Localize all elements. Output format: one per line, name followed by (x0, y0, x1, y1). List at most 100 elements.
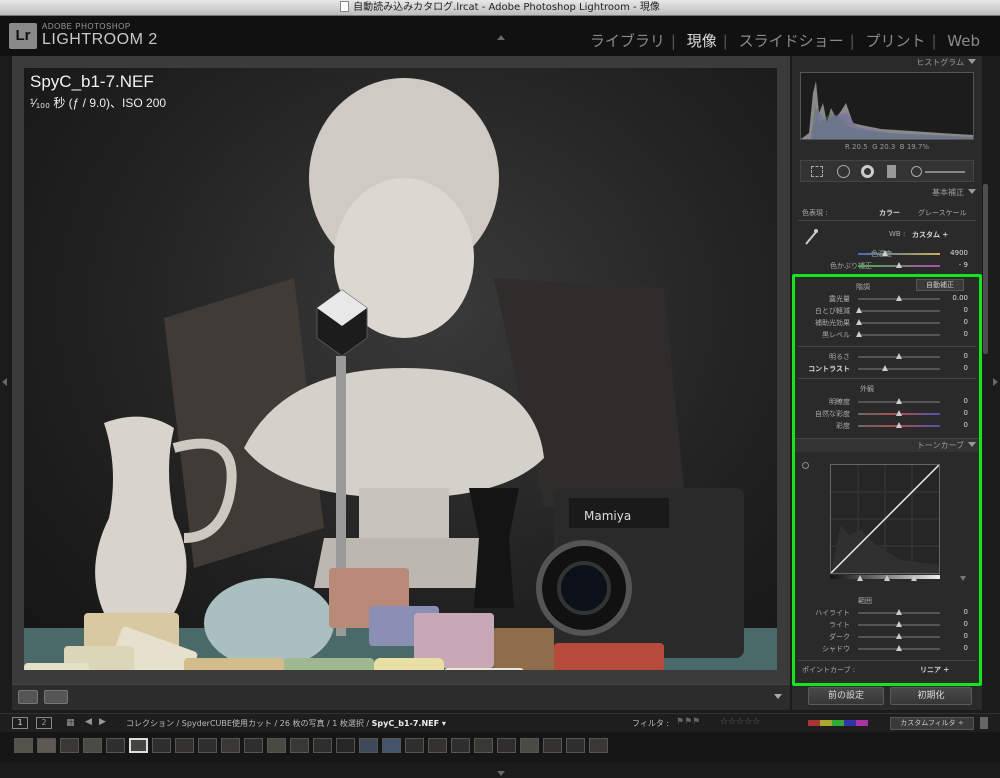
top-panel-toggle-icon[interactable] (497, 35, 505, 40)
before-after-button[interactable] (44, 690, 68, 704)
thumbnail[interactable] (198, 738, 217, 753)
flag-filter-icon[interactable]: ⚑⚑⚑ (676, 717, 700, 727)
thumbnail[interactable] (474, 738, 493, 753)
slider-knob[interactable] (856, 319, 862, 325)
temp-value[interactable]: 4900 (944, 249, 968, 257)
thumbnail[interactable] (175, 738, 194, 753)
recovery-slider[interactable] (856, 307, 940, 313)
thumbnail[interactable] (336, 738, 355, 753)
thumbnail[interactable] (83, 738, 102, 753)
highlights-value[interactable]: 0 (944, 608, 968, 616)
vibrance-slider[interactable] (858, 410, 940, 416)
clarity-slider[interactable] (858, 398, 940, 404)
lock-icon[interactable] (980, 717, 988, 729)
thumbnail[interactable] (382, 738, 401, 753)
slider-knob[interactable] (896, 262, 902, 268)
histogram-header[interactable]: ヒストグラム (792, 56, 982, 70)
slider-knob[interactable] (896, 609, 902, 615)
thumbnail[interactable] (14, 738, 33, 753)
bottom-panel-toggle-icon[interactable] (497, 771, 505, 776)
reset-button[interactable]: 初期化 (890, 687, 972, 705)
temp-slider[interactable] (858, 250, 940, 256)
clarity-value[interactable]: 0 (944, 397, 968, 405)
module-print[interactable]: プリント (865, 32, 925, 50)
brightness-value[interactable]: 0 (944, 352, 968, 360)
thumbnail[interactable] (520, 738, 539, 753)
thumbnail[interactable] (589, 738, 608, 753)
left-panel-toggle-icon[interactable] (2, 378, 7, 386)
photo-preview[interactable]: Mamiya SpyC_b1-7.NEF ¹⁄₁₀₀ 秒 (ƒ / 9.0)、I… (24, 68, 777, 670)
exposure-value[interactable]: 0.00 (944, 294, 968, 302)
loupe-view-button[interactable] (18, 690, 38, 704)
slider-knob[interactable] (856, 307, 862, 313)
auto-tone-button[interactable]: 自動補正 (916, 279, 964, 291)
thumbnail[interactable] (244, 738, 263, 753)
eyedropper-icon[interactable] (804, 228, 818, 246)
thumbnail[interactable] (543, 738, 562, 753)
highlights-slider[interactable] (858, 609, 940, 615)
fill-light-slider[interactable] (856, 319, 940, 325)
red-eye-icon[interactable] (861, 165, 874, 178)
module-slideshow[interactable]: スライドショー (739, 32, 844, 50)
slider-knob[interactable] (896, 422, 902, 428)
slider-knob[interactable] (856, 331, 862, 337)
split-handle-1[interactable] (857, 575, 863, 581)
thumbnail[interactable] (106, 738, 125, 753)
blacks-slider[interactable] (856, 331, 940, 337)
darks-slider[interactable] (858, 633, 940, 639)
split-handle-2[interactable] (884, 575, 890, 581)
exposure-slider[interactable] (858, 295, 940, 301)
thumbnail[interactable] (566, 738, 585, 753)
vibrance-value[interactable]: 0 (944, 409, 968, 417)
module-develop[interactable]: 現像 (687, 32, 717, 50)
saturation-slider[interactable] (858, 422, 940, 428)
slider-knob[interactable] (896, 621, 902, 627)
brightness-slider[interactable] (858, 353, 940, 359)
slider-knob[interactable] (882, 250, 888, 256)
crop-tool-icon[interactable] (811, 166, 823, 177)
tint-slider[interactable] (858, 262, 940, 268)
star-filter-icon[interactable]: ☆☆☆☆☆ (720, 717, 760, 727)
filmstrip-source-path[interactable]: コレクション / SpyderCUBE使用カット / 26 枚の写真 / 1 枚… (126, 718, 446, 729)
thumbnail[interactable] (497, 738, 516, 753)
thumbnail[interactable] (359, 738, 378, 753)
grid-view-icon[interactable]: ▦ (66, 718, 75, 728)
adjustment-brush-icon[interactable] (911, 166, 922, 177)
thumbnail[interactable] (405, 738, 424, 753)
blacks-value[interactable]: 0 (944, 330, 968, 338)
thumbnail-selected[interactable] (129, 738, 148, 753)
module-library[interactable]: ライブラリ (590, 32, 665, 50)
custom-filter-dropdown[interactable]: カスタムフィルタ ÷ (890, 717, 974, 730)
tone-curve-graph[interactable] (830, 464, 940, 574)
basic-header[interactable]: 基本補正 (792, 186, 982, 200)
forward-arrow-icon[interactable]: ▶ (99, 717, 106, 727)
slider-knob[interactable] (896, 633, 902, 639)
lights-slider[interactable] (858, 621, 940, 627)
thumbnail[interactable] (221, 738, 240, 753)
thumbnail[interactable] (451, 738, 470, 753)
thumbnail[interactable] (60, 738, 79, 753)
toolbar-options-icon[interactable] (774, 694, 782, 699)
lights-value[interactable]: 0 (944, 620, 968, 628)
darks-value[interactable]: 0 (944, 632, 968, 640)
slider-knob[interactable] (896, 645, 902, 651)
treatment-color-option[interactable]: カラー (879, 208, 900, 218)
saturation-value[interactable]: 0 (944, 421, 968, 429)
spot-removal-icon[interactable] (837, 165, 850, 178)
previous-settings-button[interactable]: 前の設定 (808, 687, 884, 705)
fill-light-value[interactable]: 0 (944, 318, 968, 326)
shadows-value[interactable]: 0 (944, 644, 968, 652)
slider-knob[interactable] (896, 410, 902, 416)
slider-knob[interactable] (896, 398, 902, 404)
brush-slider[interactable] (925, 171, 965, 173)
thumbnail[interactable] (37, 738, 56, 753)
thumbnail[interactable] (428, 738, 447, 753)
shadows-slider[interactable] (858, 645, 940, 651)
module-web[interactable]: Web (947, 32, 980, 50)
treatment-grayscale-option[interactable]: グレースケール (918, 208, 967, 218)
curve-options-icon[interactable] (960, 576, 966, 581)
color-label-filter[interactable] (808, 720, 868, 726)
page-1-button[interactable]: 1 (12, 717, 28, 729)
back-arrow-icon[interactable]: ◀ (85, 717, 92, 727)
point-curve-dropdown[interactable]: リニア ÷ (920, 665, 949, 675)
